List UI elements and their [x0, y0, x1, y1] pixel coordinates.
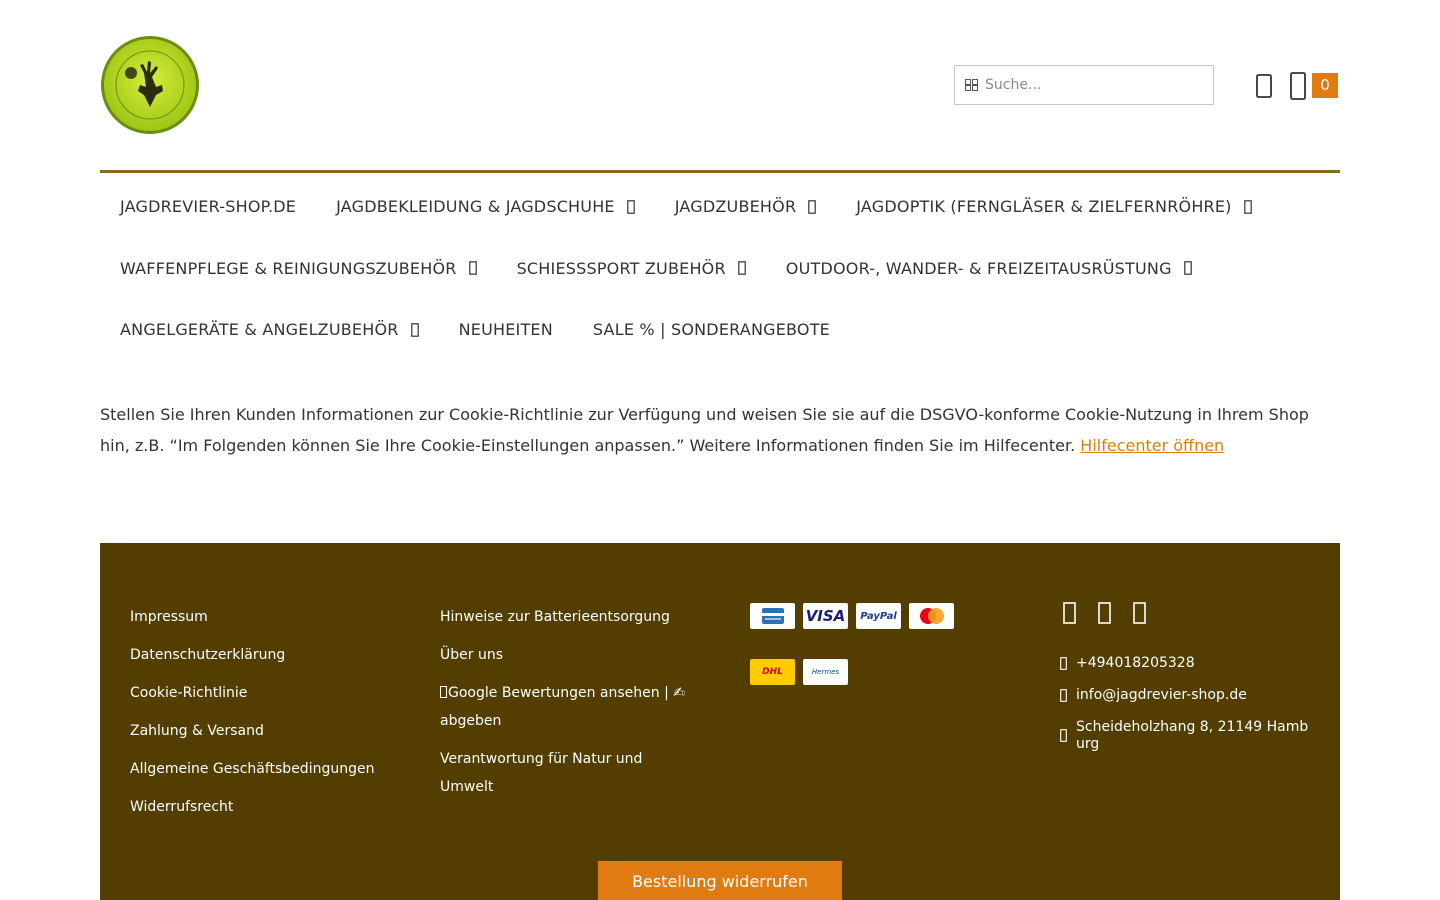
cart-count-badge: 0 — [1312, 72, 1338, 98]
mastercard-icon — [909, 603, 954, 629]
contact-phone[interactable]: +494018205328 — [1060, 655, 1315, 672]
footer-link-cookie-richtlinie[interactable]: Cookie-Richtlinie — [130, 679, 374, 707]
hermes-logo: Hermes — [803, 659, 848, 685]
submenu-icon — [737, 261, 746, 276]
submenu-icon — [626, 199, 635, 214]
submenu-icon — [808, 199, 817, 214]
nav-item-label: SCHIESSSPORT ZUBEHÖR — [516, 258, 726, 278]
nav-item-neuheiten[interactable]: NEUHEITEN — [439, 299, 573, 361]
contact-address: Scheideholzhang 8, 21149 Hamburg — [1060, 719, 1315, 753]
google-icon — [440, 686, 447, 698]
nav-item-outdoor[interactable]: OUTDOOR-, WANDER- & FREIZEITAUSRÜSTUNG — [766, 238, 1212, 300]
nav-item-jagdbekleidung[interactable]: JAGDBEKLEIDUNG & JAGDSCHUHE — [316, 176, 655, 238]
visa-label: VISA — [805, 607, 846, 625]
dhl-label: DHL — [762, 667, 783, 677]
social-links — [1060, 601, 1149, 625]
search-input[interactable] — [985, 77, 1205, 93]
phone-icon — [1060, 657, 1076, 670]
paypal-logo: PayPal — [856, 603, 901, 629]
footer-link-impressum[interactable]: Impressum — [130, 603, 374, 631]
contact-info: +494018205328 info@jagdrevier-shop.de Sc… — [1060, 655, 1315, 768]
footer-link-batterie[interactable]: Hinweise zur Batterieentsorgung — [440, 603, 700, 631]
nav-item-label: NEUHEITEN — [458, 320, 553, 340]
header-divider — [100, 170, 1340, 173]
submenu-icon — [468, 261, 477, 276]
nav-item-label: ANGELGERÄTE & ANGELZUBEHÖR — [120, 320, 399, 340]
site-footer: Impressum Datenschutzerklärung Cookie-Ri… — [100, 543, 1340, 900]
footer-link-agb[interactable]: Allgemeine Geschäftsbedingungen — [130, 755, 374, 783]
search-icon — [955, 79, 985, 91]
nav-item-jagdzubehoer[interactable]: JAGDZUBEHÖR — [655, 176, 837, 238]
paypal-label: PayPal — [860, 610, 897, 622]
nav-item-label: OUTDOOR-, WANDER- & FREIZEITAUSRÜSTUNG — [785, 258, 1172, 278]
visa-logo: VISA — [803, 603, 848, 629]
search-box[interactable] — [954, 65, 1214, 105]
nav-item-label: JAGDREVIER-SHOP.DE — [120, 197, 297, 217]
nav-item-jagdrevier-shop[interactable]: JAGDREVIER-SHOP.DE — [100, 176, 316, 238]
footer-legal-links: Impressum Datenschutzerklärung Cookie-Ri… — [130, 603, 374, 831]
footer-link-widerrufsrecht[interactable]: Widerrufsrecht — [130, 793, 374, 821]
help-center-link[interactable]: Hilfecenter öffnen — [1080, 436, 1224, 455]
shipping-methods: DHL Hermes — [750, 659, 848, 685]
footer-link-ueber-uns[interactable]: Über uns — [440, 641, 700, 669]
footer-link-verantwortung[interactable]: Verantwortung für Natur und Umwelt — [440, 745, 700, 801]
nav-item-label: WAFFENPFLEGE & REINIGUNGSZUBEHÖR — [120, 258, 457, 278]
main-navigation: JAGDREVIER-SHOP.DE JAGDBEKLEIDUNG & JAGD… — [100, 176, 1340, 361]
footer-link-google-bewertungen[interactable]: Google Bewertungen ansehen | ✍ abgeben — [440, 679, 700, 735]
nav-row-3: ANGELGERÄTE & ANGELZUBEHÖR NEUHEITEN SAL… — [100, 299, 1340, 361]
nav-row-1: JAGDREVIER-SHOP.DE JAGDBEKLEIDUNG & JAGD… — [100, 176, 1340, 238]
nav-item-schiesssport[interactable]: SCHIESSSPORT ZUBEHÖR — [497, 238, 766, 300]
account-button[interactable] — [1252, 70, 1276, 102]
facebook-icon[interactable] — [1060, 601, 1079, 625]
contact-email[interactable]: info@jagdrevier-shop.de — [1060, 687, 1315, 704]
nav-item-label: JAGDBEKLEIDUNG & JAGDSCHUHE — [336, 197, 615, 217]
email-address: info@jagdrevier-shop.de — [1076, 687, 1247, 703]
nav-item-label: JAGDOPTIK (FERNGLÄSER & ZIELFERNRÖHRE) — [856, 197, 1232, 217]
shop-logo[interactable] — [100, 35, 200, 135]
email-icon — [1060, 689, 1076, 702]
nav-item-sale[interactable]: SALE % | SONDERANGEBOTE — [573, 299, 850, 361]
submenu-icon — [410, 322, 419, 337]
instagram-icon[interactable] — [1095, 601, 1114, 625]
nav-item-angelgeraete[interactable]: ANGELGERÄTE & ANGELZUBEHÖR — [100, 299, 439, 361]
nav-item-jagdoptik[interactable]: JAGDOPTIK (FERNGLÄSER & ZIELFERNRÖHRE) — [836, 176, 1271, 238]
footer-info-links: Hinweise zur Batterieentsorgung Über uns… — [440, 603, 700, 811]
nav-row-2: WAFFENPFLEGE & REINIGUNGSZUBEHÖR SCHIESS… — [100, 238, 1340, 300]
submenu-icon — [1183, 261, 1192, 276]
nav-item-waffenpflege[interactable]: WAFFENPFLEGE & REINIGUNGSZUBEHÖR — [100, 238, 497, 300]
hermes-label: Hermes — [811, 668, 840, 676]
location-icon — [1060, 729, 1076, 742]
cookie-policy-text: Stellen Sie Ihren Kunden Informationen z… — [100, 399, 1340, 461]
nav-item-label: SALE % | SONDERANGEBOTE — [592, 320, 830, 340]
nav-item-label: JAGDZUBEHÖR — [674, 197, 797, 217]
payment-methods: VISA PayPal — [750, 603, 954, 629]
credit-card-icon — [750, 603, 795, 629]
user-icon — [1256, 74, 1272, 98]
deer-emblem-logo-icon — [101, 36, 199, 134]
footer-link-datenschutz[interactable]: Datenschutzerklärung — [130, 641, 374, 669]
google-bewertungen-label: Google Bewertungen ansehen | ✍ abgeben — [440, 685, 685, 729]
footer-link-zahlung-versand[interactable]: Zahlung & Versand — [130, 717, 374, 745]
cart-button[interactable]: 0 — [1290, 70, 1338, 102]
withdraw-order-button[interactable]: Bestellung widerrufen — [598, 861, 842, 900]
postal-address: Scheideholzhang 8, 21149 Hamburg — [1076, 719, 1309, 752]
site-header: 0 — [100, 0, 1340, 172]
cart-icon — [1290, 72, 1306, 100]
dhl-logo: DHL — [750, 659, 795, 685]
phone-number: +494018205328 — [1076, 655, 1195, 671]
whatsapp-icon[interactable] — [1130, 601, 1149, 625]
submenu-icon — [1243, 199, 1252, 214]
